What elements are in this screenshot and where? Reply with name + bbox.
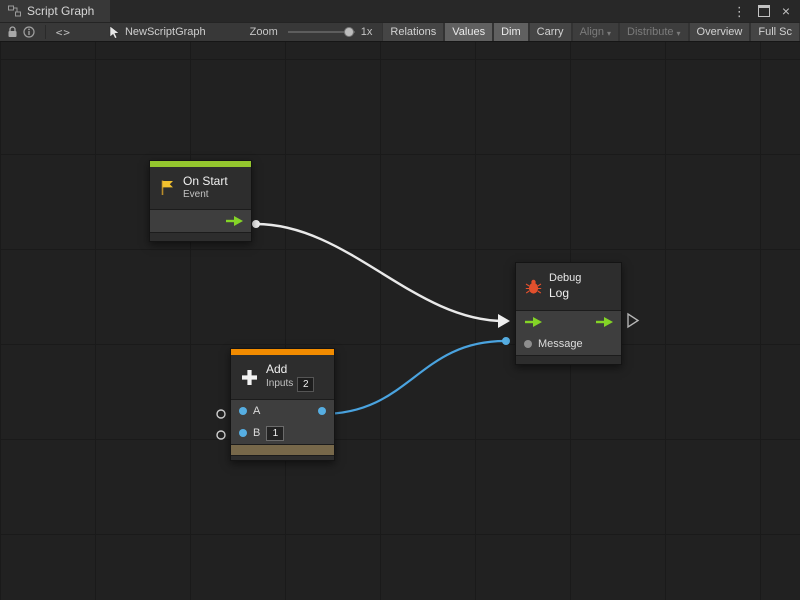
node-header: Debug Log <box>516 263 621 310</box>
window-title-bar: Script Graph ⋮ × <box>0 0 800 22</box>
port-b-value-field[interactable]: 1 <box>266 426 284 441</box>
zoom-slider-handle[interactable] <box>344 27 354 37</box>
connection-layer <box>0 42 800 600</box>
port-a-default-circle[interactable] <box>217 410 225 418</box>
trigger-output-port[interactable] <box>595 317 613 327</box>
graph-name[interactable]: NewScriptGraph <box>109 26 206 39</box>
lock-icon[interactable] <box>6 24 18 40</box>
window-menu-icon[interactable]: ⋮ <box>733 5 746 18</box>
node-footer-bar <box>231 444 334 455</box>
trigger-input-port[interactable] <box>524 317 542 327</box>
sum-output-port[interactable] <box>318 407 326 415</box>
trigger-output-port[interactable] <box>225 216 243 226</box>
node-debug-log[interactable]: Debug Log Message <box>515 262 622 365</box>
node-title: On Start <box>183 174 228 189</box>
dim-button[interactable]: Dim <box>493 23 529 41</box>
zoom-value: 1x <box>361 26 373 38</box>
node-footer <box>231 455 334 460</box>
node-footer <box>516 355 621 364</box>
node-subtitle: Inputs <box>266 378 293 391</box>
port-b-input[interactable] <box>239 429 247 437</box>
node-title: Debug <box>549 272 581 286</box>
message-input-port[interactable] <box>524 340 532 348</box>
relations-button[interactable]: Relations <box>382 23 444 41</box>
overview-button[interactable]: Overview <box>689 23 751 41</box>
bug-icon <box>525 278 542 295</box>
node-title: Add <box>266 362 314 377</box>
zoom-slider[interactable] <box>288 31 355 33</box>
close-icon[interactable]: × <box>782 4 790 18</box>
node-header: On Start Event <box>150 167 251 209</box>
chevron-down-icon: ▾ <box>607 29 611 38</box>
node-add[interactable]: Add Inputs 2 A B 1 <box>230 348 335 461</box>
wire-blue-end-dot[interactable] <box>502 337 510 345</box>
port-label-a: A <box>253 405 260 417</box>
code-icon[interactable]: <> <box>56 26 71 39</box>
window-controls: ⋮ × <box>733 0 800 22</box>
graph-canvas[interactable]: On Start Event Debug Lo <box>0 42 800 600</box>
continuation-arrow-icon[interactable] <box>628 314 638 327</box>
wire-start-dot[interactable] <box>252 220 260 228</box>
info-icon[interactable] <box>22 24 34 40</box>
align-button[interactable]: Align▾ <box>572 23 619 41</box>
flag-icon <box>159 179 176 196</box>
fullscreen-button[interactable]: Full Sc <box>750 23 800 41</box>
cursor-icon <box>109 26 120 39</box>
toolbar-buttons: Relations Values Dim Carry Align▾ Distri… <box>382 23 800 41</box>
toolbar-separator <box>45 25 46 39</box>
wire-add-to-message[interactable] <box>322 341 505 414</box>
node-header: Add Inputs 2 <box>231 355 334 399</box>
chevron-down-icon: ▾ <box>677 29 681 38</box>
node-on-start[interactable]: On Start Event <box>149 160 252 242</box>
graph-name-label: NewScriptGraph <box>125 26 206 38</box>
values-button[interactable]: Values <box>444 23 493 41</box>
port-label-message: Message <box>538 338 583 350</box>
inputs-count-field[interactable]: 2 <box>297 377 314 392</box>
port-b-default-circle[interactable] <box>217 431 225 439</box>
tab-script-graph[interactable]: Script Graph <box>0 0 110 22</box>
distribute-button[interactable]: Distribute▾ <box>619 23 688 41</box>
node-subtitle: Log <box>549 286 581 301</box>
plus-icon <box>240 368 259 387</box>
graph-toolbar: <> NewScriptGraph Zoom 1x Relations Valu… <box>0 22 800 42</box>
wire-arrowhead <box>498 314 510 328</box>
port-a-input[interactable] <box>239 407 247 415</box>
zoom-label: Zoom <box>250 26 278 38</box>
node-footer <box>150 232 251 241</box>
node-subtitle: Event <box>183 189 228 202</box>
maximize-icon[interactable] <box>758 5 770 17</box>
carry-button[interactable]: Carry <box>529 23 572 41</box>
wire-onstart-to-log[interactable] <box>256 224 504 321</box>
script-graph-icon <box>8 5 21 17</box>
tab-label: Script Graph <box>27 4 94 18</box>
port-label-b: B <box>253 427 260 439</box>
